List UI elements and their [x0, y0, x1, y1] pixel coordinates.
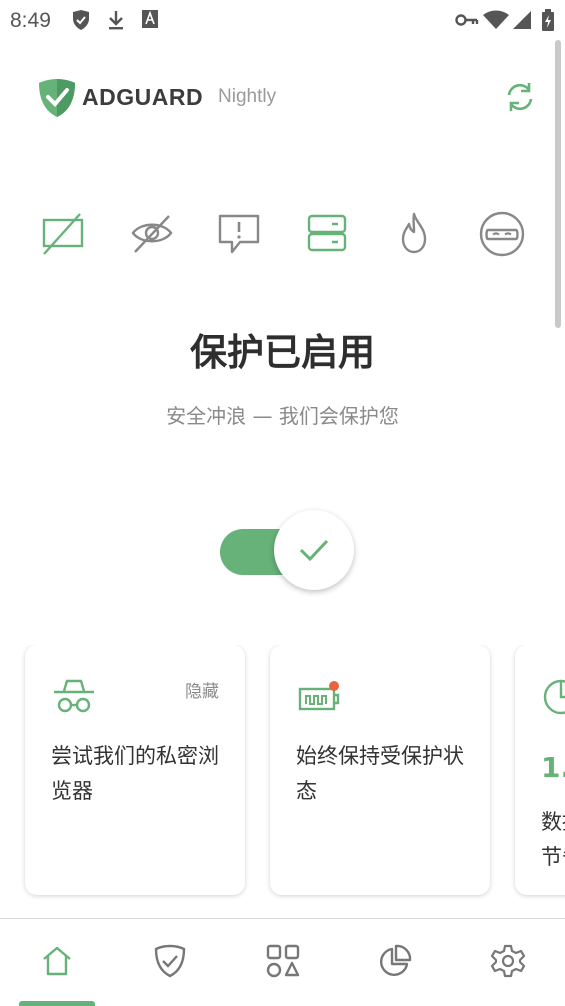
tracking-protection-icon[interactable]	[129, 210, 179, 260]
protection-toggle[interactable]	[220, 510, 355, 592]
battery-alert-icon	[296, 677, 342, 719]
card-text: 始终保持受保护状态	[296, 744, 464, 803]
check-icon	[299, 539, 329, 562]
key-icon	[455, 12, 479, 28]
card-private-browser[interactable]: 隐藏 尝试我们的私密浏览器	[25, 645, 245, 895]
font-icon	[141, 9, 159, 29]
ad-block-icon[interactable]	[40, 210, 90, 260]
nav-statistics-icon[interactable]	[377, 943, 413, 979]
shield-icon	[70, 9, 92, 31]
card-text: 数据节省	[541, 810, 565, 869]
adguard-logo-icon	[38, 78, 76, 122]
hide-card-link[interactable]: 隐藏	[185, 677, 219, 702]
firewall-icon[interactable]	[391, 210, 441, 260]
wifi-icon	[482, 10, 510, 30]
nav-settings-icon[interactable]	[490, 943, 526, 979]
download-icon	[106, 9, 126, 31]
protection-modules	[0, 210, 565, 262]
nav-protection-icon[interactable]	[152, 943, 188, 979]
bottom-navigation	[0, 918, 565, 1006]
incognito-icon	[51, 677, 97, 719]
pie-chart-icon	[541, 677, 565, 721]
toggle-knob	[274, 510, 354, 590]
status-time: 8:49	[10, 9, 51, 32]
nav-home-icon[interactable]	[39, 943, 75, 979]
promo-cards: 隐藏 尝试我们的私密浏览器 始终保持受保护状态 1. 数据节省	[0, 645, 565, 900]
annoyance-icon[interactable]	[216, 210, 266, 260]
protection-status-title: 保护已启用	[190, 331, 375, 374]
card-text: 尝试我们的私密浏览器	[51, 744, 219, 803]
status-bar: 8:49	[0, 0, 565, 42]
edition-label: Nightly	[218, 86, 277, 107]
refresh-icon[interactable]	[502, 79, 538, 119]
protection-status-subtitle: 安全冲浪 — 我们会保护您	[166, 404, 399, 428]
card-stay-protected[interactable]: 始终保持受保护状态	[270, 645, 490, 895]
brand-name: ADGUARD	[82, 84, 204, 110]
nav-active-indicator	[19, 1001, 95, 1006]
app-header: ADGUARD Nightly	[0, 70, 565, 130]
card-number: 1.	[541, 751, 565, 784]
signal-icon	[512, 10, 532, 30]
dns-icon[interactable]	[304, 210, 354, 260]
nav-apps-icon[interactable]	[265, 943, 301, 979]
stealth-icon[interactable]	[478, 210, 528, 260]
battery-icon	[541, 9, 555, 31]
card-data-saving[interactable]: 1. 数据节省	[515, 645, 565, 895]
